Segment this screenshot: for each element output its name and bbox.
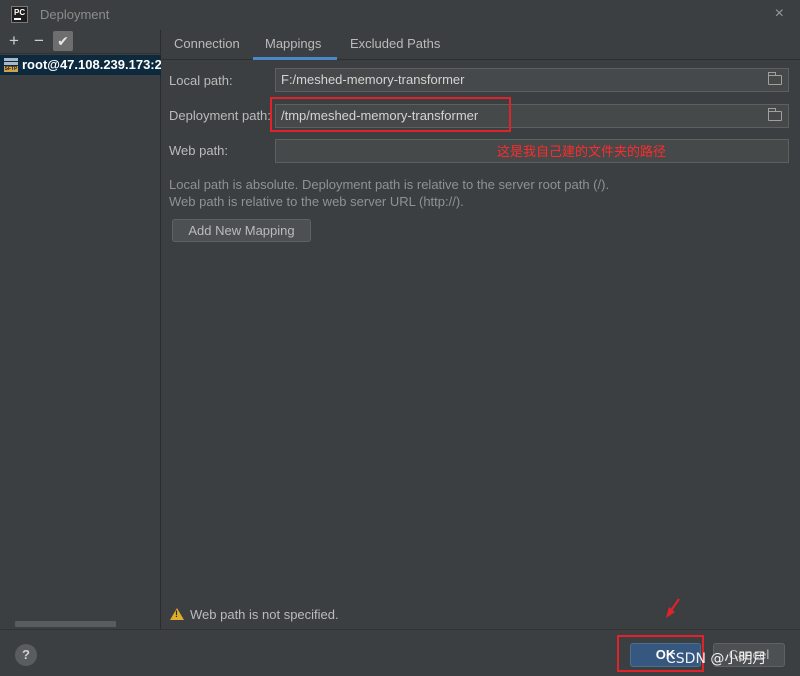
horizontal-scrollbar[interactable] bbox=[15, 621, 116, 627]
set-default-server-button[interactable]: ✔ bbox=[53, 31, 73, 51]
help-text-line: Web path is relative to the web server U… bbox=[169, 194, 464, 209]
annotation-text: 这是我自己建的文件夹的路径 bbox=[497, 145, 667, 160]
tab-excluded-paths[interactable]: Excluded Paths bbox=[350, 36, 440, 51]
help-text-line: Local path is absolute. Deployment path … bbox=[169, 177, 610, 192]
add-server-button[interactable]: + bbox=[4, 31, 24, 51]
sftp-server-icon: SFTP bbox=[4, 58, 18, 72]
close-icon[interactable]: × bbox=[775, 6, 784, 22]
local-path-label: Local path: bbox=[169, 73, 233, 88]
server-list-panel: + − ✔ SFTP root@47.108.239.173:22 bbox=[0, 30, 161, 629]
annotation-arrow-icon bbox=[666, 598, 680, 618]
folder-icon[interactable] bbox=[768, 108, 782, 121]
title-bar: PC Deployment × bbox=[0, 0, 800, 30]
web-path-label: Web path: bbox=[169, 143, 229, 158]
watermark: CSDN @小明月 bbox=[666, 651, 767, 667]
remove-server-button[interactable]: − bbox=[29, 31, 49, 51]
warning-message: Web path is not specified. bbox=[170, 607, 339, 622]
window-title: Deployment bbox=[40, 7, 110, 22]
warning-icon bbox=[170, 608, 184, 620]
server-list-item[interactable]: SFTP root@47.108.239.173:22 bbox=[0, 55, 161, 75]
server-label: root@47.108.239.173:22 bbox=[22, 57, 161, 72]
sftp-badge: SFTP bbox=[4, 66, 18, 72]
local-path-field[interactable]: F:/meshed-memory-transformer bbox=[275, 68, 789, 92]
tab-connection[interactable]: Connection bbox=[174, 36, 240, 51]
local-path-value: F:/meshed-memory-transformer bbox=[281, 72, 465, 87]
folder-icon[interactable] bbox=[768, 72, 782, 85]
pycharm-logo-icon: PC bbox=[11, 6, 28, 23]
annotation-highlight-box bbox=[270, 97, 511, 132]
settings-tabs: Connection Mappings Excluded Paths bbox=[162, 30, 800, 60]
help-button[interactable]: ? bbox=[15, 644, 37, 666]
warning-text: Web path is not specified. bbox=[190, 607, 339, 622]
tab-mappings[interactable]: Mappings bbox=[265, 36, 321, 51]
server-list-toolbar: + − ✔ bbox=[0, 30, 161, 54]
deployment-path-label: Deployment path: bbox=[169, 108, 271, 123]
add-new-mapping-button[interactable]: Add New Mapping bbox=[172, 219, 311, 242]
active-tab-indicator bbox=[253, 57, 337, 60]
